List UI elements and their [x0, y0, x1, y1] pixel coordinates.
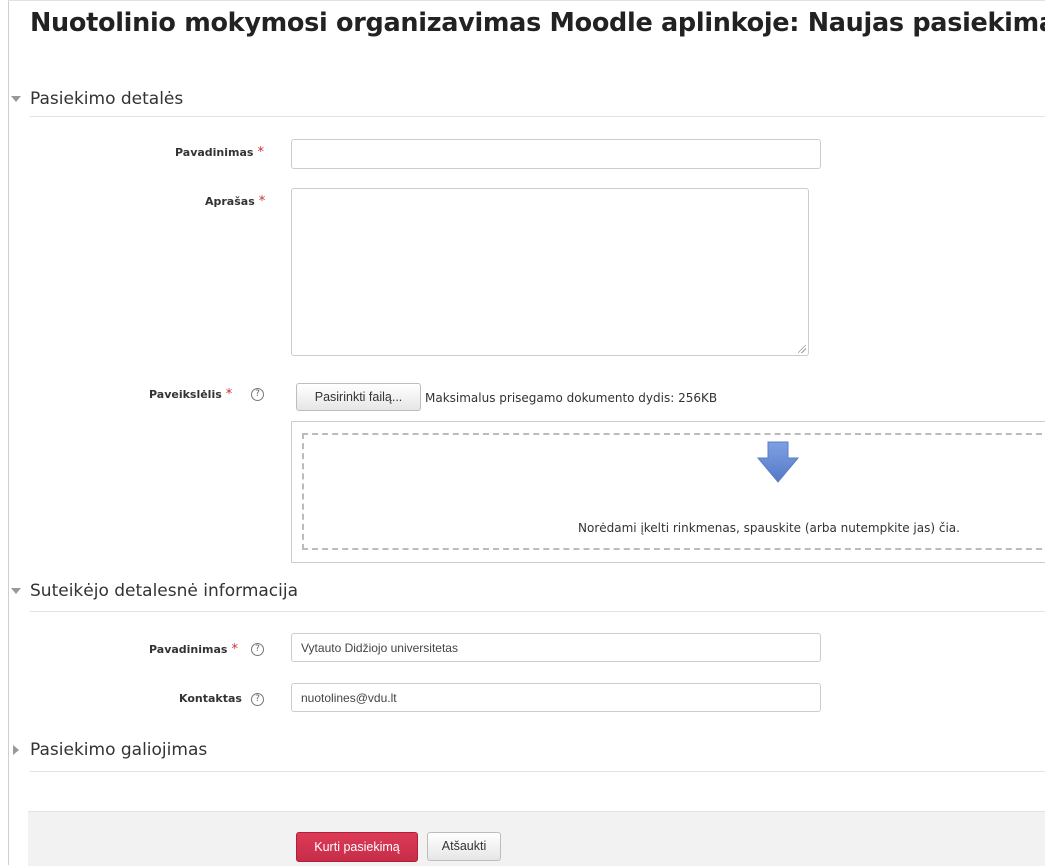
cancel-button[interactable]: Atšaukti: [427, 832, 501, 861]
badge-description-textarea[interactable]: [291, 188, 809, 356]
triangle-right-icon: [10, 743, 24, 757]
field-label-image: Paveikslėlis *: [149, 387, 232, 402]
triangle-down-icon: [10, 92, 24, 106]
page-title: Nuotolinio mokymosi organizavimas Moodle…: [30, 8, 1045, 38]
required-icon: *: [231, 642, 238, 657]
section-title: Pasiekimo galiojimas: [30, 740, 208, 760]
help-icon[interactable]: ?: [251, 693, 264, 706]
required-icon: *: [225, 387, 233, 402]
label-text: Aprašas: [205, 195, 255, 208]
field-label-issuer-name: Pavadinimas *: [149, 642, 238, 657]
section-title: Pasiekimo detalės: [30, 89, 184, 109]
section-divider: [30, 771, 1045, 772]
label-text: Paveikslėlis: [149, 388, 222, 401]
triangle-down-icon: [10, 584, 24, 598]
label-text: Pavadinimas: [175, 146, 254, 159]
drop-zone-hint: Norėdami įkelti rinkmenas, spauskite (ar…: [578, 521, 960, 535]
page-border-left: [8, 0, 9, 865]
arrow-down-icon: [757, 441, 799, 483]
issuer-name-input[interactable]: Vytauto Didžiojo universitetas: [291, 633, 821, 662]
section-divider: [30, 116, 1045, 117]
required-icon: *: [258, 194, 266, 209]
max-file-size-text: Maksimalus prisegamo dokumento dydis: 25…: [425, 391, 718, 405]
issuer-contact-input[interactable]: nuotolines@vdu.lt: [291, 683, 821, 712]
section-header-details[interactable]: Pasiekimo detalės: [10, 86, 183, 112]
section-divider: [30, 611, 1045, 612]
section-header-issuer[interactable]: Suteikėjo detalesnė informacija: [10, 578, 298, 604]
form-actions-bar: [28, 811, 1045, 866]
field-label-name: Pavadinimas *: [175, 145, 264, 160]
resize-grip-icon[interactable]: [798, 345, 806, 353]
badge-name-input[interactable]: [291, 139, 821, 169]
help-icon[interactable]: ?: [251, 643, 264, 656]
label-text: Pavadinimas: [149, 643, 228, 656]
create-badge-button[interactable]: Kurti pasiekimą: [296, 832, 418, 862]
label-text: Kontaktas: [179, 692, 242, 705]
help-icon[interactable]: ?: [251, 388, 264, 401]
page-border-top: [8, 0, 1045, 1]
choose-file-button[interactable]: Pasirinkti failą...: [296, 383, 421, 411]
required-icon: *: [257, 145, 264, 160]
field-label-contact: Kontaktas: [179, 692, 242, 705]
section-title: Suteikėjo detalesnė informacija: [30, 581, 299, 601]
section-header-expiry[interactable]: Pasiekimo galiojimas: [10, 737, 207, 763]
field-label-description: Aprašas *: [205, 194, 265, 209]
